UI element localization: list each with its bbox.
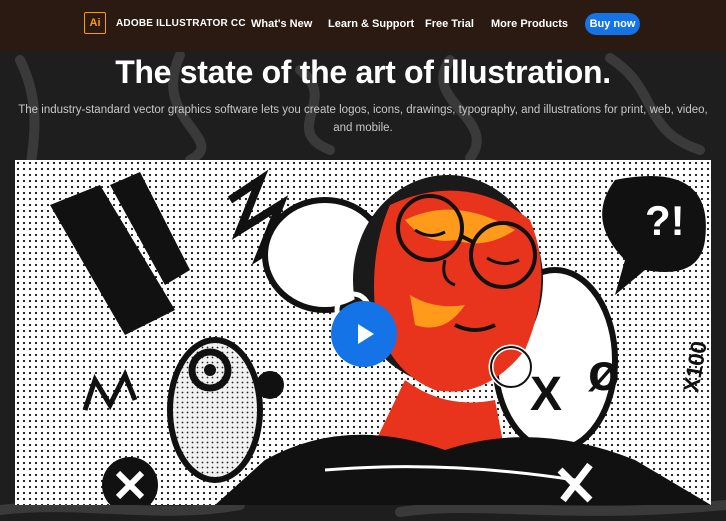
hero-title: The state of the art of illustration. (115, 54, 611, 90)
nav-link-more-products[interactable]: More Products (491, 18, 568, 30)
product-name[interactable]: ADOBE ILLUSTRATOR CC (116, 18, 246, 29)
nav-link-whats-new[interactable]: What's New (251, 18, 312, 30)
illustrator-logo-icon[interactable]: Ai (84, 12, 106, 34)
play-video-button[interactable] (331, 301, 397, 367)
nav-link-free-trial[interactable]: Free Trial (425, 18, 474, 30)
play-icon (358, 324, 374, 344)
hero-subtitle-line-1: The industry-standard vector graphics so… (18, 104, 708, 116)
top-navbar: Ai ADOBE ILLUSTRATOR CC What's New Learn… (0, 0, 726, 52)
buy-now-button[interactable]: Buy now (585, 13, 640, 35)
artwork-text-slashed-o: ø (588, 344, 620, 402)
hero-subtitle-line-2: and mobile. (333, 122, 393, 134)
hero-subtitle: The industry-standard vector graphics so… (10, 101, 716, 137)
artwork-text-exclaim: ?! (645, 197, 685, 244)
artwork-text-x: X (530, 368, 562, 421)
nav-link-learn-support[interactable]: Learn & Support (328, 18, 414, 30)
